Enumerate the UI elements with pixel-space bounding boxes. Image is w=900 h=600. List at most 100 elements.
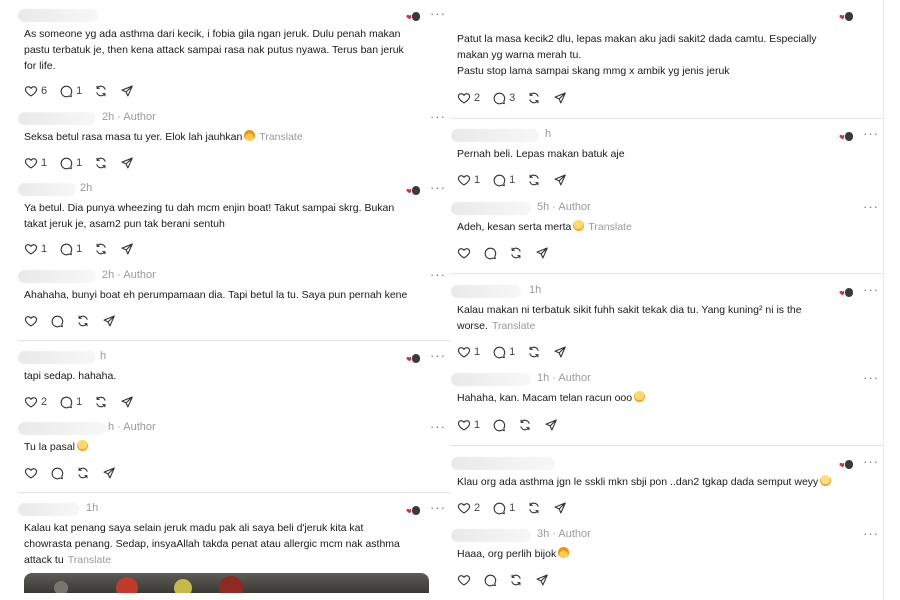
send-icon	[553, 501, 567, 515]
repost-button[interactable]	[509, 572, 523, 588]
more-dots-icon[interactable]: ···	[430, 180, 446, 195]
more-dots-icon[interactable]: ···	[430, 6, 446, 21]
more-dots-icon[interactable]: ···	[430, 267, 446, 282]
blurred-username[interactable]	[18, 183, 76, 196]
share-button[interactable]	[102, 313, 116, 329]
repost-button[interactable]	[527, 172, 541, 188]
author-tag: Author	[549, 528, 591, 540]
reply-button[interactable]	[492, 417, 506, 433]
translate-link[interactable]: Translate	[588, 221, 631, 233]
like-button[interactable]: 1	[457, 172, 480, 188]
like-button[interactable]	[457, 245, 471, 261]
repost-button[interactable]	[518, 417, 532, 433]
share-button[interactable]	[553, 344, 567, 360]
blurred-username[interactable]	[451, 129, 539, 142]
translate-link[interactable]: Translate	[259, 131, 302, 143]
share-button[interactable]	[544, 417, 558, 433]
more-dots-icon[interactable]: ···	[863, 126, 879, 141]
like-button[interactable]: 1	[457, 417, 480, 433]
reply-button[interactable]	[50, 465, 64, 481]
more-dots-icon[interactable]: ···	[863, 199, 879, 214]
reply-button[interactable]	[483, 245, 497, 261]
like-count: 1	[41, 157, 48, 169]
like-button[interactable]	[457, 572, 471, 588]
blurred-username[interactable]	[18, 270, 96, 283]
more-dots-icon[interactable]: ···	[430, 419, 446, 434]
comment-time: 1h	[529, 284, 542, 296]
translate-link[interactable]: Translate	[68, 554, 111, 566]
more-dots-icon[interactable]: ···	[430, 109, 446, 124]
repost-button[interactable]	[94, 83, 108, 99]
like-button[interactable]: 1	[24, 155, 47, 171]
share-button[interactable]	[535, 245, 549, 261]
more-dots-icon[interactable]: ···	[863, 526, 879, 541]
translate-link[interactable]: Translate	[492, 320, 535, 332]
like-button[interactable]: 1	[24, 241, 47, 257]
blurred-username[interactable]	[451, 457, 555, 470]
blurred-username[interactable]	[18, 9, 98, 22]
more-dots-icon[interactable]: ···	[863, 282, 879, 297]
share-button[interactable]	[120, 83, 134, 99]
blurred-username[interactable]	[451, 529, 531, 542]
share-button[interactable]	[120, 241, 134, 257]
blurred-username[interactable]	[451, 202, 531, 215]
comment-time: 5hAuthor	[537, 201, 591, 213]
repost-button[interactable]	[94, 241, 108, 257]
like-count: 2	[474, 502, 481, 514]
repost-button[interactable]	[94, 155, 108, 171]
attached-photo[interactable]	[24, 573, 429, 593]
repost-button[interactable]	[527, 344, 541, 360]
reply-button[interactable]: 1	[492, 500, 515, 516]
like-button[interactable]: 2	[457, 500, 480, 516]
reply-button[interactable]: 1	[492, 172, 515, 188]
more-dots-icon[interactable]: ···	[430, 348, 446, 363]
avatar	[844, 459, 854, 470]
more-dots-icon[interactable]: ···	[430, 500, 446, 515]
share-button[interactable]	[535, 572, 549, 588]
blurred-username[interactable]	[451, 285, 521, 298]
reply-button[interactable]: 1	[59, 155, 82, 171]
share-button[interactable]	[553, 500, 567, 516]
blurred-username[interactable]	[18, 351, 96, 364]
blurred-username[interactable]	[451, 373, 531, 386]
blurred-username[interactable]	[18, 422, 106, 435]
avatar	[411, 505, 421, 516]
chat-bubble-icon	[59, 395, 73, 409]
like-button[interactable]	[24, 465, 38, 481]
send-icon	[544, 418, 558, 432]
reply-button[interactable]	[483, 572, 497, 588]
like-button[interactable]: 2	[457, 90, 480, 106]
comment-actions: 2 1	[457, 500, 579, 516]
blurred-username[interactable]	[18, 112, 96, 125]
chat-bubble-icon	[483, 246, 497, 260]
blurred-username[interactable]	[18, 503, 80, 516]
comment-time: 2hAuthor	[102, 111, 156, 123]
like-button[interactable]	[24, 313, 38, 329]
reply-button[interactable]: 1	[59, 83, 82, 99]
share-button[interactable]	[120, 394, 134, 410]
share-button[interactable]	[553, 172, 567, 188]
author-tag: Author	[114, 269, 156, 281]
like-button[interactable]: 6	[24, 83, 47, 99]
comment-time: h	[100, 350, 107, 362]
reply-button[interactable]: 1	[59, 241, 82, 257]
comment-actions	[457, 572, 561, 588]
repost-button[interactable]	[527, 500, 541, 516]
repost-button[interactable]	[509, 245, 523, 261]
reply-button[interactable]	[50, 313, 64, 329]
like-button[interactable]: 2	[24, 394, 47, 410]
share-button[interactable]	[553, 90, 567, 106]
repost-button[interactable]	[76, 465, 90, 481]
reply-button[interactable]: 1	[59, 394, 82, 410]
repost-button[interactable]	[76, 313, 90, 329]
more-dots-icon[interactable]: ···	[863, 454, 879, 469]
share-button[interactable]	[102, 465, 116, 481]
repost-button[interactable]	[527, 90, 541, 106]
reply-button[interactable]: 1	[492, 344, 515, 360]
reply-button[interactable]: 3	[492, 90, 515, 106]
repost-button[interactable]	[94, 394, 108, 410]
worried-emoji	[820, 475, 832, 486]
more-dots-icon[interactable]: ···	[863, 370, 879, 385]
share-button[interactable]	[120, 155, 134, 171]
like-button[interactable]: 1	[457, 344, 480, 360]
